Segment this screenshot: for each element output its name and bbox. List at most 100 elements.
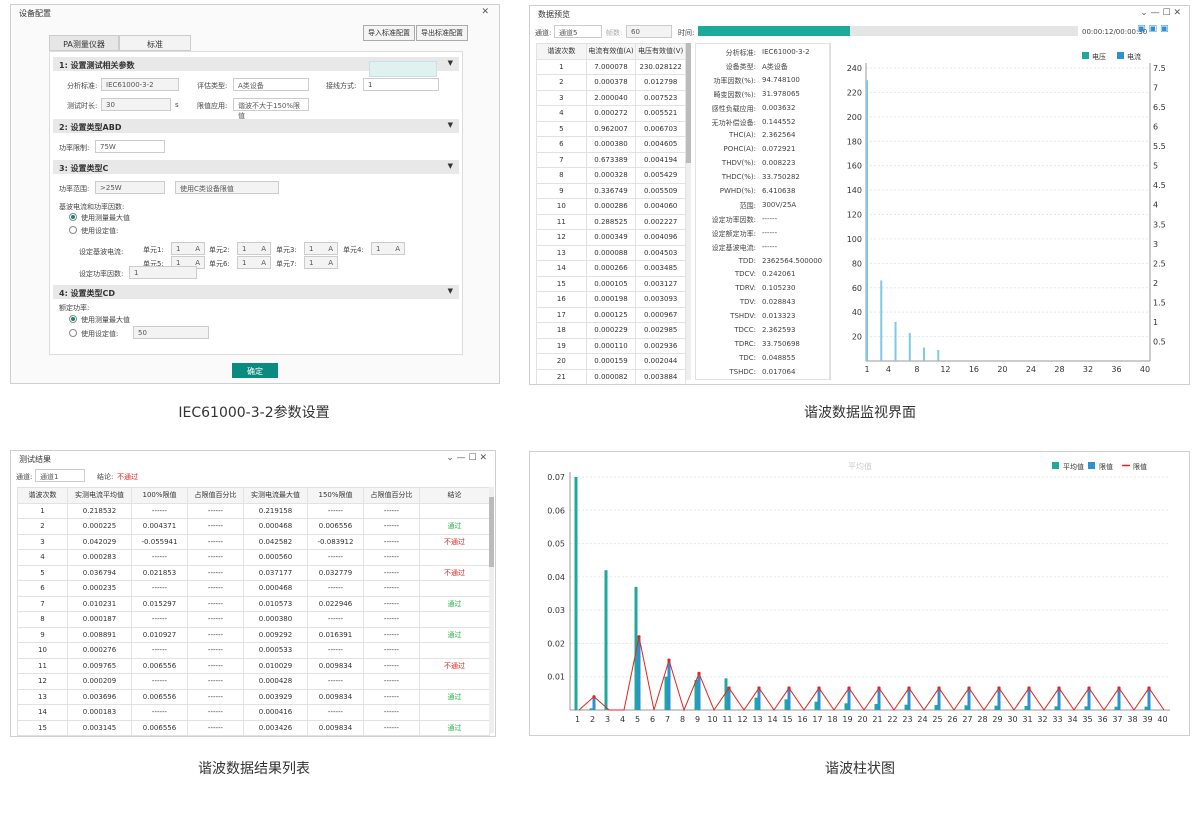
table-cell: ------ [187, 657, 244, 674]
info-label: THDV(%): [721, 159, 756, 168]
table-row[interactable]: 7 0.010231 0.015297 ------ 0.010573 0.022946-… [17, 595, 490, 612]
column-header[interactable]: 150%限值 [307, 487, 364, 504]
column-header[interactable]: 结论 [419, 487, 490, 504]
table-row[interactable]: 5 0.036794 0.021853 ------ 0.037177 0.032779-… [17, 564, 490, 581]
scrollbar[interactable] [686, 43, 691, 380]
table-row[interactable]: 8 0.000328 0.005429 [536, 167, 686, 184]
tab-standard[interactable]: 标准 [119, 35, 191, 51]
channel-select[interactable]: 通道1 [35, 469, 85, 482]
avg-bar [754, 697, 758, 710]
table-cell: 13 [17, 688, 68, 705]
table-row[interactable]: 2 0.000225 0.004371 ------ 0.000468 0.006556-… [17, 518, 490, 535]
table-row[interactable]: 12 0.000349 0.004096 [536, 229, 686, 246]
section-cd[interactable]: 4: 设置类型CD ▼ [53, 285, 459, 299]
ok-button[interactable]: 确定 [232, 363, 278, 378]
toolbar-icons[interactable]: ▣▣▣ [1137, 24, 1172, 34]
column-header[interactable]: 电压有效值(V) [635, 43, 686, 60]
c-mode-select[interactable]: 使用C类设备限值 [175, 181, 279, 194]
table-row[interactable]: 14 0.000183 ------ ------ 0.000416 ------ ----… [17, 704, 490, 721]
scrollbar[interactable] [489, 487, 494, 733]
table-row[interactable]: 13 0.000088 0.004503 [536, 244, 686, 261]
table-row[interactable]: 12 0.000209 ------ ------ 0.000428 ------ ----… [17, 673, 490, 690]
unit-field[interactable]: 1A [237, 242, 271, 255]
radio-max2[interactable] [69, 315, 77, 323]
import-config-button[interactable]: 导入标准配置 [363, 25, 415, 41]
column-header[interactable]: 占限值百分比 [363, 487, 420, 504]
channel-select[interactable]: 通道5 [554, 25, 602, 38]
range-label: 功率范围: [59, 185, 90, 193]
table-row[interactable]: 7 0.673389 0.004194 [536, 151, 686, 168]
table-row[interactable]: 19 0.000110 0.002936 [536, 337, 686, 354]
unit-field[interactable]: 1A [304, 242, 338, 255]
table-row[interactable]: 1 0.218532 ------ ------ 0.219158 ------ -----… [17, 502, 490, 519]
table-row[interactable]: 10 0.000286 0.004060 [536, 198, 686, 215]
table-row[interactable]: 18 0.000229 0.002985 [536, 322, 686, 339]
table-row[interactable]: 2 0.000378 0.012798 [536, 74, 686, 91]
rated-field[interactable]: 50 [133, 326, 209, 339]
radio-set2[interactable] [69, 329, 77, 337]
eval-select[interactable]: A类设备 [233, 78, 309, 91]
wiring-field[interactable]: 1 [363, 78, 439, 91]
radio-max[interactable] [69, 213, 77, 221]
table-row[interactable]: 16 0.000198 0.003093 [536, 291, 686, 308]
column-header[interactable]: 电流有效值(A) [585, 43, 637, 60]
unit-field[interactable]: 1A [304, 256, 338, 269]
avg-bar [1054, 706, 1058, 710]
table-row[interactable]: 15 0.003145 0.006556 ------ 0.003426 0.009834… [17, 719, 490, 736]
table-row[interactable]: 14 0.000266 0.003485 [536, 260, 686, 277]
table-row[interactable]: 4 0.000272 0.005521 [536, 105, 686, 122]
close-icon[interactable]: ✕ [481, 7, 489, 17]
std-select[interactable]: IEC61000-3-2 [101, 78, 179, 91]
frame-field[interactable]: 60 [626, 25, 672, 38]
table-row[interactable]: 3 2.000040 0.007523 [536, 89, 686, 106]
wiring-popup[interactable] [369, 61, 437, 77]
column-header[interactable]: 实测电流平均值 [67, 487, 132, 504]
window-controls[interactable]: ⌄ — ☐ ✕ [1140, 8, 1181, 18]
column-header[interactable]: 100%限值 [131, 487, 188, 504]
table-cell: 20 [536, 353, 587, 370]
pf-field[interactable]: 1 [129, 266, 197, 279]
unit-field[interactable]: 1A [171, 242, 205, 255]
table-row[interactable]: 9 0.336749 0.005509 [536, 182, 686, 199]
y2-tick-label: 6.5 [1153, 103, 1166, 112]
table-row[interactable]: 17 0.000125 0.000967 [536, 306, 686, 323]
table-row[interactable]: 5 0.962007 0.006703 [536, 120, 686, 137]
column-header[interactable]: 实测电流最大值 [243, 487, 308, 504]
radio-set[interactable] [69, 226, 77, 234]
table-row[interactable]: 11 0.288525 0.002227 [536, 213, 686, 230]
table-row[interactable]: 13 0.003696 0.006556 ------ 0.003929 0.009834… [17, 688, 490, 705]
range-select[interactable]: >25W [95, 181, 165, 194]
table-row[interactable]: 6 0.000235 ------ ------ 0.000468 ------ -----… [17, 580, 490, 597]
info-label: 设定基波电流: [711, 243, 756, 252]
table-cell: 0.022946 [307, 595, 364, 612]
table-row[interactable]: 3 0.042029 -0.055941 ------ 0.042582 -0.08391… [17, 533, 490, 550]
table-row[interactable]: 6 0.000380 0.004605 [536, 136, 686, 153]
table-row[interactable]: 21 0.000082 0.003884 [536, 368, 686, 384]
column-header[interactable]: 谐波次数 [536, 43, 587, 60]
info-label: TDRV: [735, 284, 756, 293]
y2-tick-label: 2.5 [1153, 259, 1166, 268]
duration-field[interactable]: 30 [101, 98, 171, 111]
export-config-button[interactable]: 导出标准配置 [416, 25, 468, 41]
column-header[interactable]: 占限值百分比 [187, 487, 244, 504]
table-row[interactable]: 11 0.009765 0.006556 ------ 0.010029 0.009834… [17, 657, 490, 674]
table-cell: ------ [363, 533, 420, 550]
unit-field[interactable]: 1A [371, 242, 405, 255]
table-cell: 0.021853 [131, 564, 188, 581]
table-row[interactable]: 1 7.000078 230.028122 [536, 58, 686, 75]
limit-select[interactable]: 谐波不大于150%限值 [233, 98, 309, 120]
table-row[interactable]: 20 0.000159 0.002044 [536, 353, 686, 370]
unit-field[interactable]: 1A [237, 256, 271, 269]
power-select[interactable]: 75W [95, 140, 165, 153]
column-header[interactable]: 谐波次数 [17, 487, 68, 504]
window-controls[interactable]: ⌄ — ☐ ✕ [446, 453, 487, 463]
x-tick-label: 23 [902, 715, 912, 724]
table-row[interactable]: 9 0.008891 0.010927 ------ 0.009292 0.016391-… [17, 626, 490, 643]
section-c[interactable]: 3: 设置类型C ▼ [53, 160, 459, 174]
section-abd[interactable]: 2: 设置类型ABD ▼ [53, 119, 459, 133]
tab-pa[interactable]: PA测量仪器 [49, 35, 119, 51]
table-row[interactable]: 15 0.000105 0.003127 [536, 275, 686, 292]
table-row[interactable]: 4 0.000283 ------ ------ 0.000560 ------ -----… [17, 549, 490, 566]
table-row[interactable]: 8 0.000187 ------ ------ 0.000380 ------ -----… [17, 611, 490, 628]
table-row[interactable]: 10 0.000276 ------ ------ 0.000533 ------ ----… [17, 642, 490, 659]
